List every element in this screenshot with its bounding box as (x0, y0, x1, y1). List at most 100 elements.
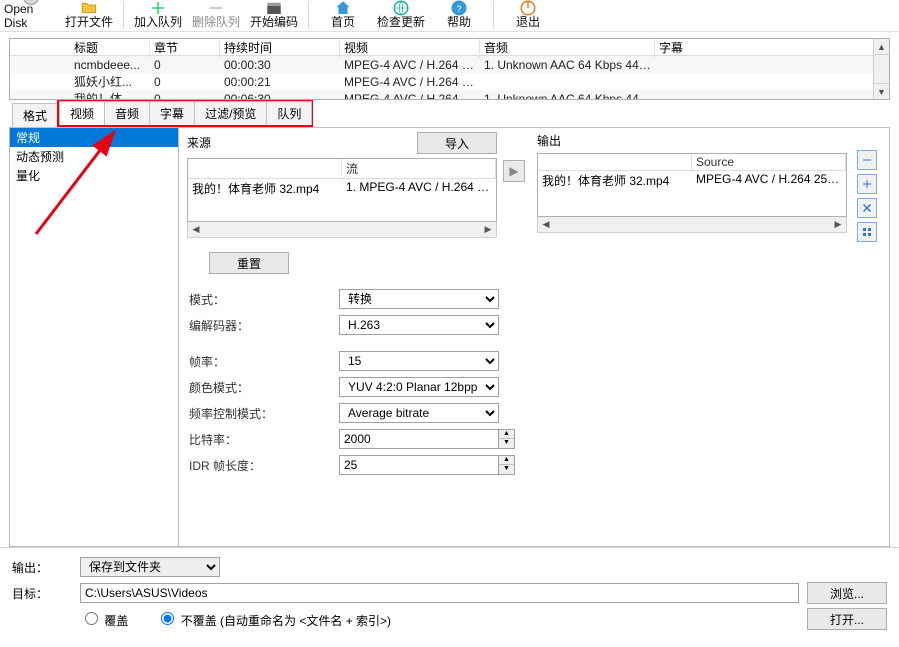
tab-video[interactable]: 视频 (59, 101, 105, 125)
source-column: 来源 导入 流 我的！体育老师 32.mp4 1. MPEG-4 AVC / H… (187, 132, 497, 238)
color-select[interactable]: YUV 4:2:0 Planar 12bpp (339, 377, 499, 397)
scroll-up-icon[interactable]: ▲ (874, 39, 889, 55)
rate-select[interactable]: Average bitrate (339, 403, 499, 423)
idr-input[interactable] (339, 455, 499, 475)
bitrate-label: 比特率： (189, 431, 339, 448)
add-output-button[interactable] (857, 174, 877, 194)
source-col-file[interactable] (188, 159, 342, 178)
table-row[interactable]: 我的！体...000:06:30MPEG-4 AVC / H.264 25.0.… (10, 90, 889, 100)
source-stream-cell[interactable]: 1. MPEG-4 AVC / H.264 25.00 H (342, 179, 496, 198)
clapper-icon (265, 0, 283, 13)
add-queue-label: 加入队列 (134, 13, 182, 30)
highlighted-tab-group: 视频 音频 字幕 过滤/预览 队列 (57, 99, 313, 127)
output-file-cell[interactable]: 我的！体育老师 32.mp4 (538, 171, 692, 190)
toolbar-separator (308, 1, 309, 29)
start-encode-button[interactable]: 开始编码 (247, 0, 301, 30)
tab-filter-preview[interactable]: 过滤/预览 (194, 101, 267, 125)
open-disk-label: Open Disk (4, 2, 58, 30)
transfer-right-button[interactable]: ▶ (503, 160, 525, 182)
open-button[interactable]: 打开... (807, 608, 887, 630)
target-label: 目标： (12, 585, 72, 602)
spin-up-icon[interactable]: ▲ (499, 430, 514, 439)
queue-col-chapter[interactable]: 章节 (150, 38, 220, 58)
no-overwrite-radio[interactable]: 不覆盖 (自动重命名为 <文件名 + 索引>) (156, 609, 391, 629)
help-icon: ? (450, 0, 468, 13)
tab-format[interactable]: 格式 (12, 103, 58, 127)
open-file-button[interactable]: 打开文件 (62, 0, 116, 30)
sidebar-item-motion[interactable]: 动态预测 (10, 147, 178, 166)
open-disk-button[interactable]: Open Disk (4, 0, 58, 30)
output-mode-select[interactable]: 保存到文件夹 (80, 557, 220, 577)
source-label: 来源 (187, 134, 211, 151)
transfer-column: ▶ (503, 132, 531, 182)
queue-col-blank[interactable] (10, 45, 70, 49)
source-file-cell[interactable]: 我的！体育老师 32.mp4 (188, 179, 342, 198)
idr-spinner[interactable]: ▲▼ (499, 455, 515, 475)
source-listbox[interactable]: 流 我的！体育老师 32.mp4 1. MPEG-4 AVC / H.264 2… (187, 158, 497, 222)
remove-output-button[interactable] (857, 150, 877, 170)
settings-panel: 来源 导入 流 我的！体育老师 32.mp4 1. MPEG-4 AVC / H… (179, 128, 890, 547)
chevron-right-icon: ▶ (509, 164, 518, 178)
browse-button[interactable]: 浏览... (807, 582, 887, 604)
exit-button[interactable]: 退出 (501, 0, 555, 30)
queue-col-duration[interactable]: 持续时间 (220, 38, 340, 58)
grid-output-button[interactable] (857, 222, 877, 242)
reset-button[interactable]: 重置 (209, 252, 289, 274)
remove-queue-button[interactable]: 删除队列 (189, 0, 243, 30)
fps-select[interactable]: 15 (339, 351, 499, 371)
table-row[interactable]: ncmbdeee...000:00:30MPEG-4 AVC / H.264 2… (10, 56, 889, 73)
delete-output-button[interactable] (857, 198, 877, 218)
queue-vscrollbar[interactable]: ▲ ▼ (873, 39, 889, 99)
target-path-input[interactable] (80, 583, 799, 603)
settings-sidebar: 常规 动态预测 量化 (9, 128, 179, 547)
add-queue-button[interactable]: 加入队列 (131, 0, 185, 30)
output-source-cell[interactable]: MPEG-4 AVC / H.264 25.00 (692, 171, 846, 190)
help-button[interactable]: ? 帮助 (432, 0, 486, 30)
tab-subtitle[interactable]: 字幕 (149, 101, 195, 125)
output-col-file[interactable] (538, 154, 692, 170)
source-col-stream[interactable]: 流 (342, 159, 496, 178)
queue-header-row: 标题 章节 持续时间 视频 音频 字幕 (10, 39, 889, 56)
table-row[interactable]: 狐妖小红...000:00:21MPEG-4 AVC / H.264 25.0.… (10, 73, 889, 90)
output-listbox[interactable]: Source 我的！体育老师 32.mp4 MPEG-4 AVC / H.264… (537, 153, 847, 217)
fps-label: 帧率： (189, 353, 339, 370)
codec-label: 编解码器： (189, 317, 339, 334)
remove-queue-label: 删除队列 (192, 13, 240, 30)
idr-label: IDR 帧长度： (189, 457, 339, 474)
output-mode-label: 输出： (12, 559, 72, 576)
home-button[interactable]: 首页 (316, 0, 370, 30)
bitrate-input[interactable] (339, 429, 499, 449)
check-update-button[interactable]: 检查更新 (374, 0, 428, 30)
tab-audio[interactable]: 音频 (104, 101, 150, 125)
tab-queue[interactable]: 队列 (266, 101, 312, 125)
check-update-label: 检查更新 (377, 13, 425, 30)
codec-select[interactable]: H.263 (339, 315, 499, 335)
queue-body[interactable]: ncmbdeee...000:00:30MPEG-4 AVC / H.264 2… (10, 56, 889, 100)
minus-icon (207, 0, 225, 13)
start-encode-label: 开始编码 (250, 13, 298, 30)
home-label: 首页 (331, 13, 355, 30)
queue-col-video[interactable]: 视频 (340, 38, 480, 58)
settings-body: 常规 动态预测 量化 来源 导入 流 我的！体育老师 32.mp4 1. (9, 127, 890, 547)
source-hscrollbar[interactable]: ◀▶ (187, 222, 497, 238)
output-actions (853, 132, 881, 242)
output-col-source[interactable]: Source (692, 154, 846, 170)
plus-icon (149, 0, 167, 13)
scroll-down-icon[interactable]: ▼ (874, 83, 889, 99)
queue-col-audio[interactable]: 音频 (480, 38, 655, 58)
output-label: 输出 (537, 132, 847, 149)
overwrite-radio[interactable]: 覆盖 (80, 609, 128, 629)
queue-col-title[interactable]: 标题 (70, 38, 150, 58)
spin-up-icon[interactable]: ▲ (499, 456, 514, 465)
output-hscrollbar[interactable]: ◀▶ (537, 217, 847, 233)
globe-icon (392, 0, 410, 13)
mode-label: 模式： (189, 291, 339, 308)
mode-select[interactable]: 转换 (339, 289, 499, 309)
bitrate-spinner[interactable]: ▲▼ (499, 429, 515, 449)
import-button[interactable]: 导入 (417, 132, 497, 154)
spin-down-icon[interactable]: ▼ (499, 465, 514, 474)
spin-down-icon[interactable]: ▼ (499, 439, 514, 448)
queue-col-subtitle[interactable]: 字幕 (655, 38, 889, 58)
sidebar-item-quant[interactable]: 量化 (10, 166, 178, 185)
sidebar-item-general[interactable]: 常规 (10, 128, 178, 147)
